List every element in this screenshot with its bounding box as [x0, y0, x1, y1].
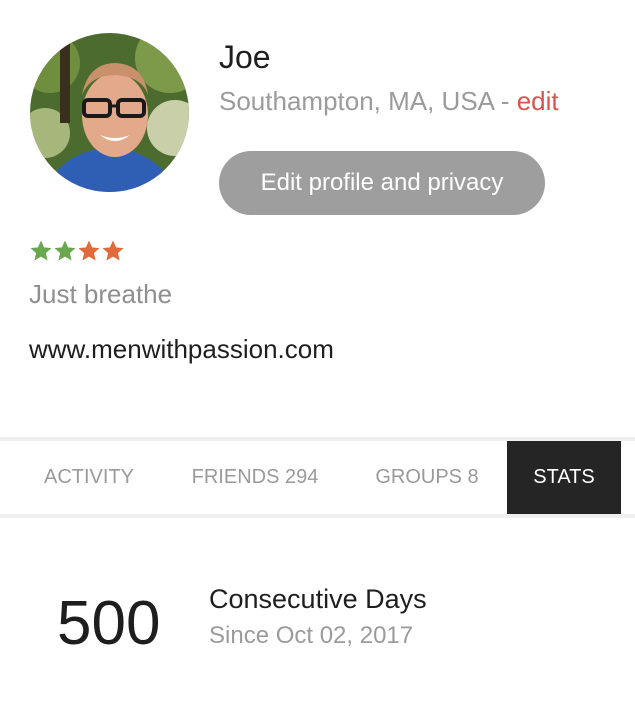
edit-profile-button[interactable]: Edit profile and privacy [219, 151, 545, 215]
stat-subtitle: Since Oct 02, 2017 [209, 622, 414, 649]
tab-stats[interactable]: STATS [507, 441, 621, 514]
profile-name: Joe [219, 39, 271, 75]
stat-value: 500 [57, 589, 161, 658]
tab-groups[interactable]: GROUPS 8 [358, 441, 496, 514]
star-icon [54, 240, 76, 261]
website-link[interactable]: www.menwithpassion.com [29, 332, 334, 366]
location-text: Southampton, MA, USA [219, 86, 494, 116]
star-icon [78, 240, 100, 261]
location-row: Southampton, MA, USA - edit [219, 84, 559, 118]
star-rating [29, 238, 125, 266]
edit-location-link[interactable]: edit [517, 86, 559, 116]
stat-title: Consecutive Days [209, 584, 427, 614]
profile-tabs: ACTIVITY FRIENDS 294 GROUPS 8 STATS [0, 441, 635, 514]
avatar[interactable] [30, 33, 189, 192]
star-icon [102, 240, 124, 261]
tab-activity[interactable]: ACTIVITY [20, 441, 158, 514]
tabs-divider-bottom [0, 514, 635, 518]
location-separator: - [493, 86, 517, 116]
profile-photo-icon [30, 33, 189, 192]
star-icon [30, 240, 52, 261]
profile-tagline: Just breathe [29, 279, 173, 309]
tab-friends[interactable]: FRIENDS 294 [176, 441, 334, 514]
